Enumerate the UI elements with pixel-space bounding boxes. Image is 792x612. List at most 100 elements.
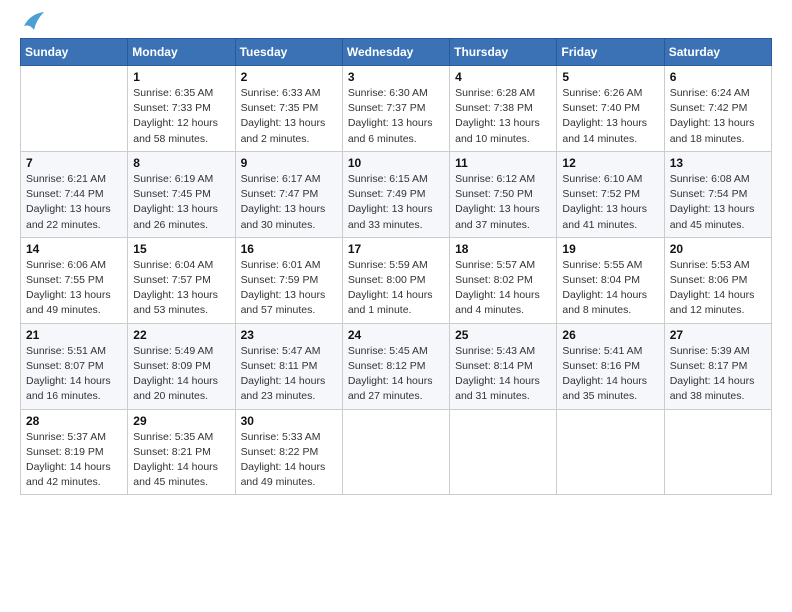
calendar-header-tuesday: Tuesday xyxy=(235,39,342,66)
calendar-cell: 27 Sunrise: 5:39 AM Sunset: 8:17 PM Dayli… xyxy=(664,323,771,409)
logo xyxy=(20,20,44,30)
calendar-cell xyxy=(450,409,557,495)
calendar-header-saturday: Saturday xyxy=(664,39,771,66)
calendar-cell: 10 Sunrise: 6:15 AM Sunset: 7:49 PM Dayli… xyxy=(342,151,449,237)
day-number: 2 xyxy=(241,70,337,84)
day-info: Sunrise: 6:30 AM Sunset: 7:37 PM Dayligh… xyxy=(348,86,444,147)
calendar-cell: 20 Sunrise: 5:53 AM Sunset: 8:06 PM Dayli… xyxy=(664,237,771,323)
calendar-header-sunday: Sunday xyxy=(21,39,128,66)
calendar-cell xyxy=(557,409,664,495)
day-number: 23 xyxy=(241,328,337,342)
calendar-cell: 6 Sunrise: 6:24 AM Sunset: 7:42 PM Daylig… xyxy=(664,66,771,152)
day-number: 8 xyxy=(133,156,229,170)
day-info: Sunrise: 5:33 AM Sunset: 8:22 PM Dayligh… xyxy=(241,430,337,491)
day-number: 13 xyxy=(670,156,766,170)
calendar-cell: 17 Sunrise: 5:59 AM Sunset: 8:00 PM Dayli… xyxy=(342,237,449,323)
day-info: Sunrise: 5:57 AM Sunset: 8:02 PM Dayligh… xyxy=(455,258,551,319)
calendar-cell: 15 Sunrise: 6:04 AM Sunset: 7:57 PM Dayli… xyxy=(128,237,235,323)
calendar-header-friday: Friday xyxy=(557,39,664,66)
day-number: 7 xyxy=(26,156,122,170)
calendar-cell: 24 Sunrise: 5:45 AM Sunset: 8:12 PM Dayli… xyxy=(342,323,449,409)
day-info: Sunrise: 5:39 AM Sunset: 8:17 PM Dayligh… xyxy=(670,344,766,405)
day-info: Sunrise: 5:45 AM Sunset: 8:12 PM Dayligh… xyxy=(348,344,444,405)
calendar-cell: 9 Sunrise: 6:17 AM Sunset: 7:47 PM Daylig… xyxy=(235,151,342,237)
day-number: 21 xyxy=(26,328,122,342)
day-info: Sunrise: 6:17 AM Sunset: 7:47 PM Dayligh… xyxy=(241,172,337,233)
calendar-cell: 11 Sunrise: 6:12 AM Sunset: 7:50 PM Dayli… xyxy=(450,151,557,237)
day-info: Sunrise: 5:59 AM Sunset: 8:00 PM Dayligh… xyxy=(348,258,444,319)
calendar-cell: 13 Sunrise: 6:08 AM Sunset: 7:54 PM Dayli… xyxy=(664,151,771,237)
day-number: 14 xyxy=(26,242,122,256)
calendar-cell: 26 Sunrise: 5:41 AM Sunset: 8:16 PM Dayli… xyxy=(557,323,664,409)
day-info: Sunrise: 6:35 AM Sunset: 7:33 PM Dayligh… xyxy=(133,86,229,147)
day-info: Sunrise: 6:26 AM Sunset: 7:40 PM Dayligh… xyxy=(562,86,658,147)
day-info: Sunrise: 6:06 AM Sunset: 7:55 PM Dayligh… xyxy=(26,258,122,319)
day-info: Sunrise: 6:15 AM Sunset: 7:49 PM Dayligh… xyxy=(348,172,444,233)
day-info: Sunrise: 6:19 AM Sunset: 7:45 PM Dayligh… xyxy=(133,172,229,233)
calendar-cell: 7 Sunrise: 6:21 AM Sunset: 7:44 PM Daylig… xyxy=(21,151,128,237)
day-info: Sunrise: 5:41 AM Sunset: 8:16 PM Dayligh… xyxy=(562,344,658,405)
calendar-cell: 21 Sunrise: 5:51 AM Sunset: 8:07 PM Dayli… xyxy=(21,323,128,409)
day-number: 24 xyxy=(348,328,444,342)
page-header xyxy=(20,20,772,30)
day-info: Sunrise: 6:21 AM Sunset: 7:44 PM Dayligh… xyxy=(26,172,122,233)
day-number: 26 xyxy=(562,328,658,342)
day-info: Sunrise: 5:55 AM Sunset: 8:04 PM Dayligh… xyxy=(562,258,658,319)
day-info: Sunrise: 5:49 AM Sunset: 8:09 PM Dayligh… xyxy=(133,344,229,405)
calendar-cell: 30 Sunrise: 5:33 AM Sunset: 8:22 PM Dayli… xyxy=(235,409,342,495)
day-number: 20 xyxy=(670,242,766,256)
calendar-cell: 28 Sunrise: 5:37 AM Sunset: 8:19 PM Dayli… xyxy=(21,409,128,495)
calendar-cell: 18Sunrise: 5:57 AM Sunset: 8:02 PM Dayli… xyxy=(450,237,557,323)
day-info: Sunrise: 5:37 AM Sunset: 8:19 PM Dayligh… xyxy=(26,430,122,491)
day-info: Sunrise: 6:28 AM Sunset: 7:38 PM Dayligh… xyxy=(455,86,551,147)
calendar-cell: 19 Sunrise: 5:55 AM Sunset: 8:04 PM Dayli… xyxy=(557,237,664,323)
calendar-cell: 22 Sunrise: 5:49 AM Sunset: 8:09 PM Dayli… xyxy=(128,323,235,409)
calendar-cell: 1 Sunrise: 6:35 AM Sunset: 7:33 PM Daylig… xyxy=(128,66,235,152)
day-info: Sunrise: 5:51 AM Sunset: 8:07 PM Dayligh… xyxy=(26,344,122,405)
calendar-cell: 4 Sunrise: 6:28 AM Sunset: 7:38 PM Daylig… xyxy=(450,66,557,152)
day-number: 11 xyxy=(455,156,551,170)
calendar-cell: 29Sunrise: 5:35 AM Sunset: 8:21 PM Dayli… xyxy=(128,409,235,495)
day-info: Sunrise: 6:08 AM Sunset: 7:54 PM Dayligh… xyxy=(670,172,766,233)
calendar-cell: 25 Sunrise: 5:43 AM Sunset: 8:14 PM Dayli… xyxy=(450,323,557,409)
day-info: Sunrise: 6:04 AM Sunset: 7:57 PM Dayligh… xyxy=(133,258,229,319)
day-info: Sunrise: 6:24 AM Sunset: 7:42 PM Dayligh… xyxy=(670,86,766,147)
calendar-header-monday: Monday xyxy=(128,39,235,66)
day-number: 30 xyxy=(241,414,337,428)
logo-bird-icon xyxy=(22,12,44,30)
day-info: Sunrise: 6:33 AM Sunset: 7:35 PM Dayligh… xyxy=(241,86,337,147)
day-number: 10 xyxy=(348,156,444,170)
day-info: Sunrise: 5:35 AM Sunset: 8:21 PM Dayligh… xyxy=(133,430,229,491)
calendar-cell xyxy=(21,66,128,152)
day-number: 9 xyxy=(241,156,337,170)
calendar-cell: 14 Sunrise: 6:06 AM Sunset: 7:55 PM Dayli… xyxy=(21,237,128,323)
day-number: 12 xyxy=(562,156,658,170)
day-info: Sunrise: 5:43 AM Sunset: 8:14 PM Dayligh… xyxy=(455,344,551,405)
day-number: 15 xyxy=(133,242,229,256)
calendar-table: SundayMondayTuesdayWednesdayThursdayFrid… xyxy=(20,38,772,495)
day-info: Sunrise: 6:01 AM Sunset: 7:59 PM Dayligh… xyxy=(241,258,337,319)
day-number: 1 xyxy=(133,70,229,84)
day-number: 19 xyxy=(562,242,658,256)
calendar-cell: 5 Sunrise: 6:26 AM Sunset: 7:40 PM Daylig… xyxy=(557,66,664,152)
day-info: Sunrise: 6:12 AM Sunset: 7:50 PM Dayligh… xyxy=(455,172,551,233)
day-number: 22 xyxy=(133,328,229,342)
calendar-cell: 8 Sunrise: 6:19 AM Sunset: 7:45 PM Daylig… xyxy=(128,151,235,237)
day-number: 3 xyxy=(348,70,444,84)
day-number: 27 xyxy=(670,328,766,342)
calendar-cell xyxy=(664,409,771,495)
day-number: 28 xyxy=(26,414,122,428)
calendar-cell: 12 Sunrise: 6:10 AM Sunset: 7:52 PM Dayli… xyxy=(557,151,664,237)
calendar-cell: 16Sunrise: 6:01 AM Sunset: 7:59 PM Dayli… xyxy=(235,237,342,323)
day-info: Sunrise: 6:10 AM Sunset: 7:52 PM Dayligh… xyxy=(562,172,658,233)
day-number: 6 xyxy=(670,70,766,84)
calendar-cell: 2 Sunrise: 6:33 AM Sunset: 7:35 PM Daylig… xyxy=(235,66,342,152)
calendar-header-wednesday: Wednesday xyxy=(342,39,449,66)
day-number: 17 xyxy=(348,242,444,256)
calendar-cell xyxy=(342,409,449,495)
day-number: 4 xyxy=(455,70,551,84)
day-number: 25 xyxy=(455,328,551,342)
calendar-cell: 23Sunrise: 5:47 AM Sunset: 8:11 PM Dayli… xyxy=(235,323,342,409)
day-info: Sunrise: 5:53 AM Sunset: 8:06 PM Dayligh… xyxy=(670,258,766,319)
day-number: 5 xyxy=(562,70,658,84)
